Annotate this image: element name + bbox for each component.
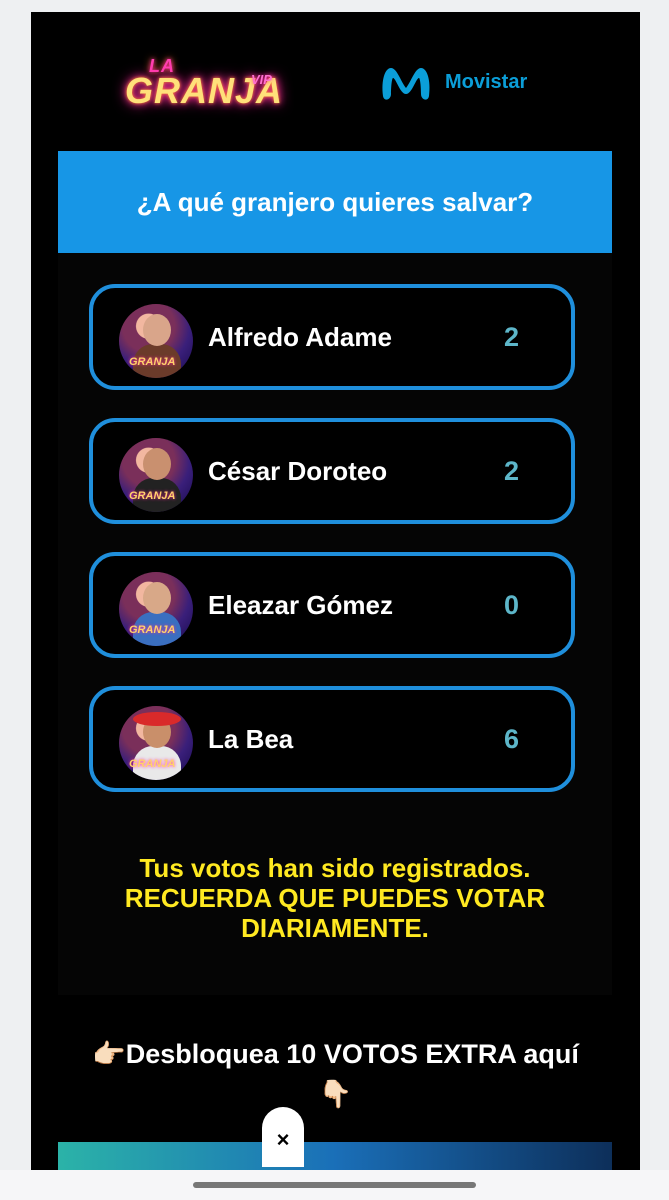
candidate-name: César Doroteo — [208, 455, 388, 486]
avatar-logo-tag: GRANJA — [129, 758, 176, 770]
system-navigation-bar — [0, 1170, 669, 1200]
logo-vip-text: VIP — [251, 72, 272, 87]
candidate-name: Eleazar Gómez — [208, 589, 393, 620]
movistar-wordmark: Movistar — [445, 70, 528, 93]
candidate-votes: 2 — [503, 455, 519, 486]
candidate-card[interactable]: GRANJA Eleazar Gómez 0 — [89, 552, 575, 658]
movistar-m-icon — [382, 68, 430, 100]
extra-votes-link[interactable]: 👉🏻Desbloquea 10 VOTOS EXTRA aquí 👇🏻 — [31, 1034, 640, 1114]
la-granja-vip-logo: LA GRANJA VIP — [123, 48, 283, 128]
candidate-card[interactable]: GRANJA Alfredo Adame 2 — [89, 284, 575, 390]
home-gesture-handle[interactable] — [193, 1182, 476, 1188]
candidate-votes: 6 — [503, 723, 519, 754]
question-title: ¿A qué granjero quieres salvar? — [136, 186, 534, 217]
candidate-votes: 0 — [503, 589, 519, 620]
notice-line-1: Tus votos han sido registrados. — [139, 853, 531, 883]
avatar-logo-tag: GRANJA — [129, 624, 176, 636]
candidate-avatar: GRANJA — [119, 706, 193, 780]
voting-page: LA GRANJA VIP Movistar ¿A qué granjero q… — [31, 12, 640, 1170]
candidate-avatar: GRANJA — [119, 304, 193, 378]
pointing-right-icon: 👉🏻 — [92, 1039, 126, 1069]
movistar-logo: Movistar — [379, 60, 549, 104]
candidate-card[interactable]: GRANJA La Bea 6 — [89, 686, 575, 792]
close-ad-button[interactable]: × — [262, 1107, 304, 1167]
candidates-panel: GRANJA Alfredo Adame 2 GRANJA César Doro… — [58, 253, 612, 995]
close-icon: × — [276, 1127, 290, 1152]
notice-line-2: RECUERDA QUE PUEDES VOTAR — [124, 883, 546, 913]
candidate-avatar: GRANJA — [119, 572, 193, 646]
votes-registered-notice: Tus votos han sido registrados. RECUERDA… — [58, 853, 612, 943]
ad-banner[interactable] — [58, 1142, 612, 1170]
candidate-votes: 2 — [503, 321, 519, 352]
candidate-name: La Bea — [208, 723, 294, 754]
candidate-name: Alfredo Adame — [208, 321, 392, 352]
avatar-logo-tag: GRANJA — [129, 490, 176, 502]
question-banner: ¿A qué granjero quieres salvar? — [58, 151, 612, 253]
candidate-avatar: GRANJA — [119, 438, 193, 512]
pointing-down-icon: 👇🏻 — [318, 1079, 353, 1109]
avatar-logo-tag: GRANJA — [129, 356, 176, 368]
extra-votes-text: Desbloquea 10 VOTOS EXTRA aquí — [125, 1039, 579, 1069]
notice-line-3: DIARIAMENTE. — [241, 913, 429, 943]
candidate-card[interactable]: GRANJA César Doroteo 2 — [89, 418, 575, 524]
header: LA GRANJA VIP Movistar — [31, 12, 640, 152]
